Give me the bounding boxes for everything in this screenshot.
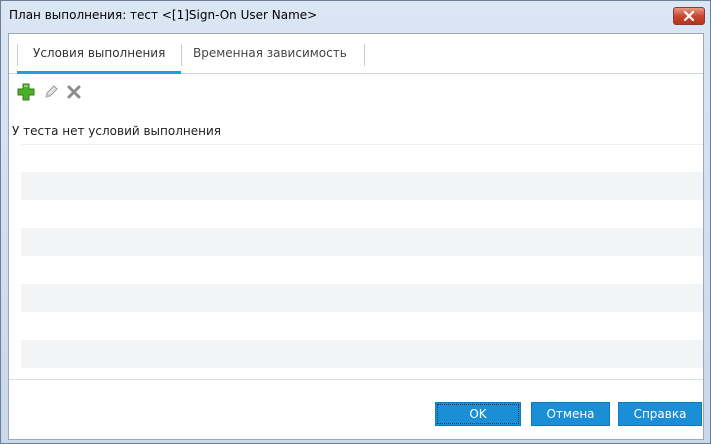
x-icon <box>67 85 81 99</box>
list-row <box>21 256 703 284</box>
tab-label: Условия выполнения <box>33 46 166 60</box>
plus-icon <box>17 83 35 101</box>
title-bar[interactable]: План выполнения: тест <[1]Sign-On User N… <box>1 1 710 31</box>
list-row <box>21 284 703 312</box>
tab-label: Временная зависимость <box>193 46 347 60</box>
close-icon <box>683 11 695 21</box>
delete-condition-button[interactable] <box>65 83 83 101</box>
list-row <box>21 228 703 256</box>
tab-time-dependency[interactable]: Временная зависимость <box>181 43 365 73</box>
add-condition-button[interactable] <box>17 83 35 101</box>
dialog-content: Условия выполнения Временная зависимость <box>8 33 704 440</box>
close-button[interactable] <box>673 7 705 25</box>
ok-button[interactable]: OK <box>435 402 521 426</box>
list-row <box>21 144 703 173</box>
edit-condition-button[interactable] <box>42 83 60 101</box>
cancel-button[interactable]: Отмена <box>531 402 610 426</box>
list-row <box>21 312 703 340</box>
conditions-list[interactable]: У теста нет условий выполнения <box>9 111 703 379</box>
dialog-window: План выполнения: тест <[1]Sign-On User N… <box>0 0 711 444</box>
help-button[interactable]: Справка <box>618 402 702 426</box>
tab-divider <box>364 44 365 66</box>
list-row <box>21 340 703 368</box>
list-row <box>21 172 703 200</box>
button-bar: OK Отмена Справка <box>9 379 703 439</box>
empty-list-message: У теста нет условий выполнения <box>12 124 221 138</box>
toolbar <box>9 74 703 111</box>
pencil-icon <box>45 85 58 98</box>
list-row <box>21 200 703 228</box>
tab-strip: Условия выполнения Временная зависимость <box>9 34 703 74</box>
window-title: План выполнения: тест <[1]Sign-On User N… <box>9 8 318 22</box>
tab-execution-conditions[interactable]: Условия выполнения <box>17 43 181 74</box>
